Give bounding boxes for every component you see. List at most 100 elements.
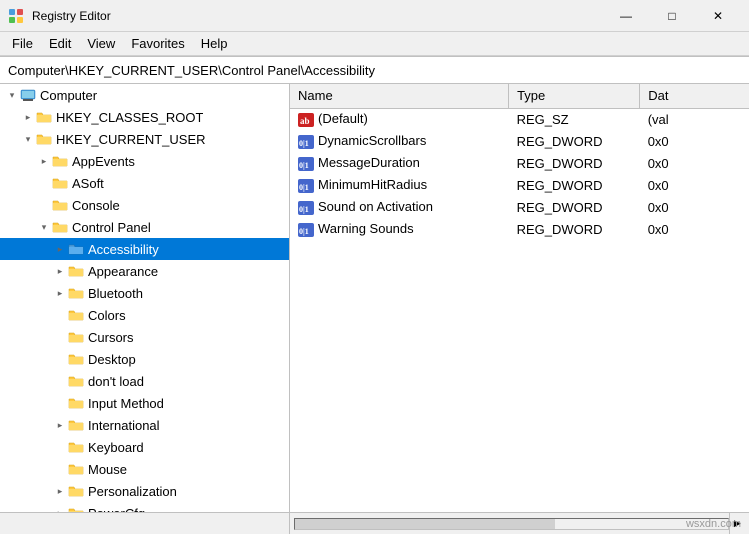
tree-item-accessibility[interactable]: ▸ Accessibility <box>0 238 289 260</box>
svg-text:0|1: 0|1 <box>299 227 309 236</box>
reg-data-cell: (val <box>640 108 749 130</box>
tree-item-console[interactable]: Console <box>0 194 289 216</box>
expand-arrow-computer[interactable]: ▾ <box>4 87 20 103</box>
folder-icon-colors <box>68 307 84 323</box>
folder-icon-dontload <box>68 373 84 389</box>
expand-arrow-international[interactable]: ▸ <box>52 417 68 433</box>
tree-item-international[interactable]: ▸ International <box>0 414 289 436</box>
address-bar: Computer\HKEY_CURRENT_USER\Control Panel… <box>0 56 749 84</box>
minimize-button[interactable]: — <box>603 0 649 32</box>
tree-item-dontload[interactable]: don't load <box>0 370 289 392</box>
reg-type-cell: REG_DWORD <box>509 174 640 196</box>
reg-name-cell: 0|1 Sound on Activation <box>290 196 509 218</box>
folder-icon-desktop <box>68 351 84 367</box>
tree-item-personalization[interactable]: ▸ Personalization <box>0 480 289 502</box>
table-row[interactable]: ab (Default)REG_SZ(val <box>290 108 749 130</box>
dword-icon: 0|1 <box>298 179 314 193</box>
reg-name-cell: 0|1 Warning Sounds <box>290 218 509 240</box>
reg-name-text: DynamicScrollbars <box>318 133 426 148</box>
dword-icon: 0|1 <box>298 201 314 215</box>
table-header-row: Name Type Dat <box>290 84 749 108</box>
reg-name-cell: ab (Default) <box>290 108 509 130</box>
tree-item-cursors[interactable]: Cursors <box>0 326 289 348</box>
reg-data-cell: 0x0 <box>640 174 749 196</box>
reg-name-text: Sound on Activation <box>318 199 433 214</box>
menu-help[interactable]: Help <box>193 33 236 55</box>
tree-item-asoft[interactable]: ASoft <box>0 172 289 194</box>
expand-arrow-appevents[interactable]: ▸ <box>36 153 52 169</box>
address-path: Computer\HKEY_CURRENT_USER\Control Panel… <box>8 63 375 78</box>
expand-arrow-appearance[interactable]: ▸ <box>52 263 68 279</box>
reg-data-cell: 0x0 <box>640 218 749 240</box>
tree-item-hkey_classes_root[interactable]: ▸ HKEY_CLASSES_ROOT <box>0 106 289 128</box>
maximize-button[interactable]: □ <box>649 0 695 32</box>
menu-edit[interactable]: Edit <box>41 33 79 55</box>
folder-icon-personalization <box>68 483 84 499</box>
menu-bar: File Edit View Favorites Help <box>0 32 749 56</box>
tree-label-hkey_current_user: HKEY_CURRENT_USER <box>56 132 206 147</box>
tree-item-keyboard[interactable]: Keyboard <box>0 436 289 458</box>
tree-panel[interactable]: ▾ Computer▸ HKEY_CLASSES_ROOT▾ HKEY_CURR… <box>0 84 290 512</box>
folder-icon-powercfg <box>68 505 84 512</box>
tree-label-appearance: Appearance <box>88 264 158 279</box>
close-button[interactable]: ✕ <box>695 0 741 32</box>
reg-data-cell: 0x0 <box>640 196 749 218</box>
tree-label-international: International <box>88 418 160 433</box>
registry-table: Name Type Dat ab (Default)REG_SZ(val 0|1… <box>290 84 749 240</box>
folder-icon-control_panel <box>52 219 68 235</box>
tree-label-computer: Computer <box>40 88 97 103</box>
svg-text:0|1: 0|1 <box>299 139 309 148</box>
expand-arrow-control_panel[interactable]: ▾ <box>36 219 52 235</box>
expand-arrow-personalization[interactable]: ▸ <box>52 483 68 499</box>
tree-item-desktop[interactable]: Desktop <box>0 348 289 370</box>
reg-name-cell: 0|1 DynamicScrollbars <box>290 130 509 152</box>
tree-item-appearance[interactable]: ▸ Appearance <box>0 260 289 282</box>
values-panel[interactable]: Name Type Dat ab (Default)REG_SZ(val 0|1… <box>290 84 749 512</box>
reg-name-cell: 0|1 MinimumHitRadius <box>290 174 509 196</box>
menu-view[interactable]: View <box>79 33 123 55</box>
expand-arrow-powercfg[interactable]: ▸ <box>52 505 68 512</box>
tree-item-hkey_current_user[interactable]: ▾ HKEY_CURRENT_USER <box>0 128 289 150</box>
tree-item-control_panel[interactable]: ▾ Control Panel <box>0 216 289 238</box>
reg-name-text: (Default) <box>318 111 368 126</box>
folder-icon-bluetooth <box>68 285 84 301</box>
expand-arrow-bluetooth[interactable]: ▸ <box>52 285 68 301</box>
expand-arrow-hkey_current_user[interactable]: ▾ <box>20 131 36 147</box>
tree-label-dontload: don't load <box>88 374 144 389</box>
menu-file[interactable]: File <box>4 33 41 55</box>
folder-icon-hkey_classes_root <box>36 109 52 125</box>
table-row[interactable]: 0|1 DynamicScrollbarsREG_DWORD0x0 <box>290 130 749 152</box>
dword-icon: 0|1 <box>298 135 314 149</box>
tree-label-keyboard: Keyboard <box>88 440 144 455</box>
bottom-bar: ▶ <box>0 512 749 534</box>
tree-label-cursors: Cursors <box>88 330 134 345</box>
tree-item-bluetooth[interactable]: ▸ Bluetooth <box>0 282 289 304</box>
col-header-data: Dat <box>640 84 749 108</box>
tree-label-bluetooth: Bluetooth <box>88 286 143 301</box>
table-row[interactable]: 0|1 Sound on ActivationREG_DWORD0x0 <box>290 196 749 218</box>
folder-icon-console <box>52 197 68 213</box>
tree-item-inputmethod[interactable]: Input Method <box>0 392 289 414</box>
tree-item-colors[interactable]: Colors <box>0 304 289 326</box>
table-row[interactable]: 0|1 MessageDurationREG_DWORD0x0 <box>290 152 749 174</box>
expand-arrow-hkey_classes_root[interactable]: ▸ <box>20 109 36 125</box>
svg-text:0|1: 0|1 <box>299 205 309 214</box>
menu-favorites[interactable]: Favorites <box>123 33 192 55</box>
tree-item-computer[interactable]: ▾ Computer <box>0 84 289 106</box>
app-icon <box>8 8 24 24</box>
reg-type-cell: REG_DWORD <box>509 152 640 174</box>
tree-item-powercfg[interactable]: ▸ PowerCfg <box>0 502 289 512</box>
tree-item-mouse[interactable]: Mouse <box>0 458 289 480</box>
table-row[interactable]: 0|1 MinimumHitRadiusREG_DWORD0x0 <box>290 174 749 196</box>
expand-arrow-accessibility[interactable]: ▸ <box>52 241 68 257</box>
svg-text:0|1: 0|1 <box>299 161 309 170</box>
reg-type-cell: REG_DWORD <box>509 196 640 218</box>
table-row[interactable]: 0|1 Warning SoundsREG_DWORD0x0 <box>290 218 749 240</box>
folder-icon-accessibility <box>68 241 84 257</box>
reg-name-cell: 0|1 MessageDuration <box>290 152 509 174</box>
ab-icon: ab <box>298 113 314 127</box>
tree-item-appevents[interactable]: ▸ AppEvents <box>0 150 289 172</box>
tree-label-accessibility: Accessibility <box>88 242 159 257</box>
tree-label-desktop: Desktop <box>88 352 136 367</box>
folder-icon-keyboard <box>68 439 84 455</box>
